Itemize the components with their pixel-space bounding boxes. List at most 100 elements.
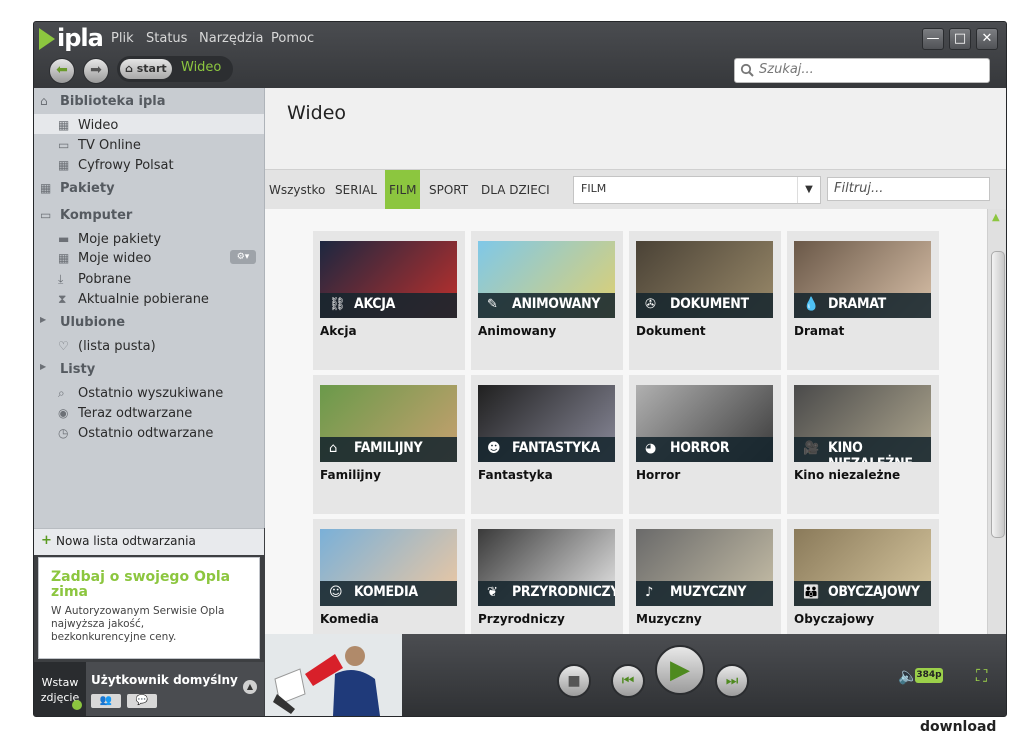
genre-thumbnail[interactable]: 💧 DRAMAT: [794, 241, 931, 318]
genre-label[interactable]: Komedia: [320, 612, 379, 626]
genre-label[interactable]: Muzyczny: [636, 612, 702, 626]
genre-label[interactable]: Akcja: [320, 324, 357, 338]
sidebar-item-moje-wideo[interactable]: Moje wideo: [78, 251, 151, 266]
collapse-up-icon[interactable]: ▲: [243, 680, 257, 694]
genre-card[interactable]: ☻ FANTASTYKA Fantastyka: [471, 375, 623, 514]
previous-button[interactable]: ⏮: [611, 664, 645, 698]
sidebar-item-teraz-odtwarzane[interactable]: Teraz odtwarzane: [78, 406, 192, 421]
sidebar-item-ostatnio-odtwarzane[interactable]: Ostatnio odtwarzane: [78, 426, 213, 441]
genre-card[interactable]: ✎ ANIMOWANY Animowany: [471, 231, 623, 370]
genre-label[interactable]: Animowany: [478, 324, 556, 338]
menu-narzedzia[interactable]: Narzędzia: [199, 31, 264, 46]
genre-thumbnail[interactable]: ❦ PRZYRODNICZY: [478, 529, 615, 606]
genre-thumbnail[interactable]: ◕ HORROR: [636, 385, 773, 462]
close-button[interactable]: ✕: [976, 28, 998, 50]
film-icon: ▦: [40, 181, 52, 195]
play-button[interactable]: ▶: [655, 645, 705, 695]
sidebar-section-komputer[interactable]: Komputer: [60, 208, 132, 223]
genre-thumbnail[interactable]: 👪 OBYCZAJOWY: [794, 529, 931, 606]
genre-label[interactable]: Kino niezależne: [794, 468, 900, 482]
scroll-up-icon[interactable]: ▲: [992, 212, 1000, 223]
back-arrow-icon[interactable]: ⬅: [49, 58, 75, 84]
page-title: Wideo: [287, 102, 347, 124]
filter-input[interactable]: Filtruj...: [827, 177, 990, 201]
settings-dropdown-button[interactable]: ⚙▾: [230, 250, 256, 264]
genre-card[interactable]: ✇ DOKUMENT Dokument: [629, 231, 781, 370]
genre-thumbnail[interactable]: ✇ DOKUMENT: [636, 241, 773, 318]
genre-label[interactable]: Przyrodniczy: [478, 612, 565, 626]
expand-arrow-icon[interactable]: ▶: [40, 362, 46, 371]
chevron-down-icon[interactable]: ▼: [797, 177, 820, 203]
house-icon: ⌂: [329, 441, 338, 456]
tab-serial[interactable]: SERIAL: [331, 170, 381, 210]
menu-plik[interactable]: Plik: [111, 31, 134, 46]
forward-arrow-icon[interactable]: ➡: [83, 58, 109, 84]
search-input[interactable]: Szukaj...: [734, 58, 990, 83]
genre-thumbnail[interactable]: ♪ MUZYCZNY: [636, 529, 773, 606]
genre-band-label: OBYCZAJOWY: [828, 584, 920, 600]
tab-film[interactable]: FILM: [385, 170, 421, 210]
fullscreen-icon[interactable]: ⛶: [976, 666, 987, 686]
sidebar-item-ostatnio-wyszukiwane[interactable]: Ostatnio wyszukiwane: [78, 386, 223, 401]
tab-sport[interactable]: SPORT: [425, 170, 472, 210]
genre-thumbnail[interactable]: ⌂ FAMILIJNY: [320, 385, 457, 462]
genre-thumbnail[interactable]: ☻ FANTASTYKA: [478, 385, 615, 462]
promo-banner[interactable]: Zadbaj o swojego Opla zima W Autoryzowan…: [38, 557, 260, 659]
tab-wszystko[interactable]: Wszystko: [265, 170, 329, 210]
quality-badge[interactable]: 384p: [915, 668, 943, 683]
genre-card[interactable]: 💧 DRAMAT Dramat: [787, 231, 939, 370]
next-button[interactable]: ⏭: [715, 664, 749, 698]
filter-placeholder: Filtruj...: [834, 181, 884, 196]
minimize-button[interactable]: —: [922, 28, 944, 50]
sidebar-item-moje-pakiety[interactable]: Moje pakiety: [78, 232, 161, 247]
genre-card[interactable]: ◕ HORROR Horror: [629, 375, 781, 514]
genre-label[interactable]: Fantastyka: [478, 468, 553, 482]
genre-band-label: AKCJA: [354, 296, 396, 312]
genre-thumbnail[interactable]: ⛓ AKCJA: [320, 241, 457, 318]
sidebar-section-listy[interactable]: Listy: [60, 362, 95, 377]
genre-label[interactable]: Dokument: [636, 324, 706, 338]
user-name[interactable]: Użytkownik domyślny: [91, 673, 238, 687]
genre-thumbnail[interactable]: ☺ KOMEDIA: [320, 529, 457, 606]
genre-card[interactable]: ⌂ FAMILIJNY Familijny: [313, 375, 465, 514]
stop-button[interactable]: ■: [557, 664, 591, 698]
category-select[interactable]: FILM ▼: [573, 176, 821, 204]
genre-card[interactable]: 🎥 KINO NIEZALEŻNE Kino niezależne: [787, 375, 939, 514]
genre-card[interactable]: ⛓ AKCJA Akcja: [313, 231, 465, 370]
genre-label[interactable]: Familijny: [320, 468, 381, 482]
now-playing-thumbnail[interactable]: [265, 634, 402, 716]
sidebar-item-aktualnie-pobierane[interactable]: Aktualnie pobierane: [78, 292, 209, 307]
sidebar-item-tv-online[interactable]: TV Online: [78, 138, 141, 153]
genre-band: ◕ HORROR: [636, 437, 773, 462]
people-icon: 👪: [803, 585, 820, 600]
genre-label[interactable]: Horror: [636, 468, 680, 482]
tab-dla-dzieci[interactable]: DLA DZIECI: [477, 170, 554, 210]
genre-label[interactable]: Obyczajowy: [794, 612, 874, 626]
sidebar-section-pakiety[interactable]: Pakiety: [60, 181, 115, 196]
ad-thumbnail-image: [265, 634, 402, 716]
sidebar-item-pobrane[interactable]: Pobrane: [78, 272, 131, 287]
sidebar-item-wideo[interactable]: Wideo: [78, 118, 118, 133]
sidebar-section-ulubione[interactable]: Ulubione: [60, 315, 125, 330]
maximize-button[interactable]: □: [949, 28, 971, 50]
guitar-icon: ♪: [645, 585, 654, 600]
genre-thumbnail[interactable]: 🎥 KINO NIEZALEŻNE: [794, 385, 931, 462]
expand-arrow-icon[interactable]: ▶: [40, 315, 46, 324]
genre-thumbnail[interactable]: ✎ ANIMOWANY: [478, 241, 615, 318]
sidebar-section-biblioteka[interactable]: Biblioteka ipla: [60, 94, 165, 109]
scrollbar-thumb[interactable]: [991, 251, 1005, 538]
avatar[interactable]: Wstaw zdjęcie: [34, 662, 86, 716]
menu-pomoc[interactable]: Pomoc: [271, 31, 314, 46]
clock-icon: ◷: [58, 426, 69, 440]
breadcrumb-current[interactable]: Wideo: [181, 60, 221, 75]
vertical-scrollbar[interactable]: ▲ ▼: [987, 209, 1006, 656]
friends-icon[interactable]: 👥: [91, 694, 121, 708]
new-playlist-button[interactable]: + Nowa lista odtwarzania: [34, 528, 264, 555]
menu-status[interactable]: Status: [146, 31, 187, 46]
breadcrumb-start[interactable]: ⌂ start: [120, 59, 172, 79]
chat-icon[interactable]: 💬: [127, 694, 157, 708]
pencil-icon: ✎: [487, 297, 498, 312]
sidebar-item-cyfrowy-polsat[interactable]: Cyfrowy Polsat: [78, 158, 174, 173]
genre-label[interactable]: Dramat: [794, 324, 844, 338]
gear-icon: ⚙▾: [236, 252, 250, 262]
